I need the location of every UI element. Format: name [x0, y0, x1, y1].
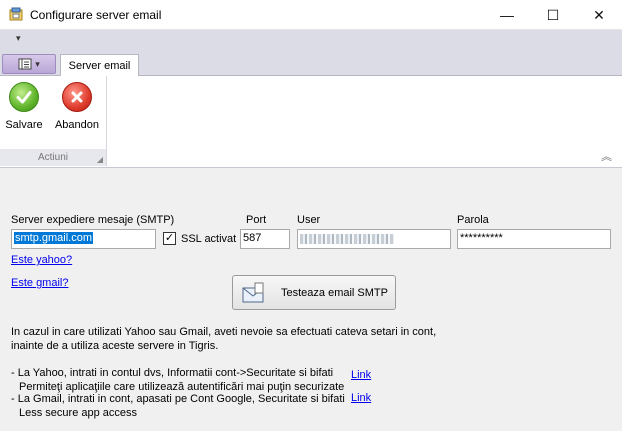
check-icon	[9, 82, 39, 112]
smtp-label: Server expediere mesaje (SMTP)	[11, 214, 175, 226]
tab-server-email[interactable]: Server email	[60, 54, 139, 77]
quick-access-dropdown-icon[interactable]: ▾	[16, 33, 21, 44]
app-icon	[9, 7, 23, 21]
gmail-link[interactable]: Este gmail?	[11, 277, 68, 289]
gmail-instructions: - La Gmail, intrati in cont, apasati pe …	[11, 392, 345, 420]
maximize-button[interactable]: ☐	[530, 0, 576, 30]
test-smtp-button-label: Testeaza email SMTP	[281, 286, 388, 299]
user-input-redacted	[300, 234, 394, 244]
user-input[interactable]	[297, 229, 451, 249]
yahoo-instruction-line-1: - La Yahoo, intrati in contul dvs, Infor…	[11, 367, 334, 379]
cancel-button[interactable]: Abandon	[53, 82, 101, 138]
application-menu-button[interactable]: ▾	[2, 54, 56, 74]
info-line-1: In cazul in care utilizati Yahoo sau Gma…	[11, 326, 437, 338]
smtp-input[interactable]: smtp.gmail.com	[11, 229, 156, 249]
email-icon	[242, 282, 264, 302]
close-button[interactable]: ✕	[576, 0, 622, 30]
cancel-icon	[62, 82, 92, 112]
group-label-text: Actiuni	[37, 152, 68, 163]
port-label: Port	[246, 214, 267, 226]
port-input[interactable]: 587	[240, 229, 290, 249]
test-smtp-button[interactable]: Testeaza email SMTP	[232, 275, 396, 310]
maximize-icon: ☐	[546, 6, 560, 23]
password-label: Parola	[457, 214, 489, 226]
yahoo-instructions-link[interactable]: Link	[351, 369, 371, 381]
user-label: User	[297, 214, 321, 226]
ssl-checkbox[interactable]: ✓	[163, 232, 176, 245]
minimize-icon: —	[500, 7, 514, 23]
quick-access-toolbar: ▾	[0, 30, 622, 52]
yahoo-instructions: - La Yahoo, intrati in contul dvs, Infor…	[11, 366, 344, 394]
save-button-label: Salvare	[5, 119, 43, 131]
ribbon-group-actiuni: Salvare Abandon Actiuni ◢	[0, 76, 107, 166]
document-list-icon	[18, 58, 32, 70]
minimize-button[interactable]: —	[484, 0, 530, 30]
dialog-launcher-icon[interactable]: ◢	[97, 151, 103, 168]
window-title: Configurare server email	[30, 8, 162, 22]
save-button[interactable]: Salvare	[0, 82, 48, 138]
smtp-input-value: smtp.gmail.com	[14, 232, 94, 244]
gmail-instruction-line-2: Less secure app access	[19, 407, 138, 419]
cancel-button-label: Abandon	[54, 119, 100, 131]
password-input[interactable]: **********	[457, 229, 611, 249]
title-bar: Configurare server email — ☐ ✕	[0, 0, 622, 30]
close-icon: ✕	[593, 6, 605, 23]
info-line-2: inainte de a utiliza aceste servere in T…	[11, 340, 219, 352]
ribbon-group-label: Actiuni ◢	[0, 149, 106, 166]
ribbon-tab-row: ▾ Server email	[0, 52, 622, 77]
info-paragraph: In cazul in care utilizati Yahoo sau Gma…	[11, 325, 436, 353]
gmail-instruction-line-1: - La Gmail, intrati in cont, apasati pe …	[11, 393, 345, 405]
ssl-label: SSL activat	[181, 233, 237, 245]
ribbon-panel: Salvare Abandon Actiuni ◢ ︽	[0, 76, 622, 168]
collapse-ribbon-icon[interactable]: ︽	[601, 148, 612, 164]
chevron-down-icon: ▾	[35, 58, 40, 69]
yahoo-link[interactable]: Este yahoo?	[11, 254, 72, 266]
gmail-instructions-link[interactable]: Link	[351, 392, 371, 404]
checkmark-icon: ✓	[164, 232, 175, 244]
